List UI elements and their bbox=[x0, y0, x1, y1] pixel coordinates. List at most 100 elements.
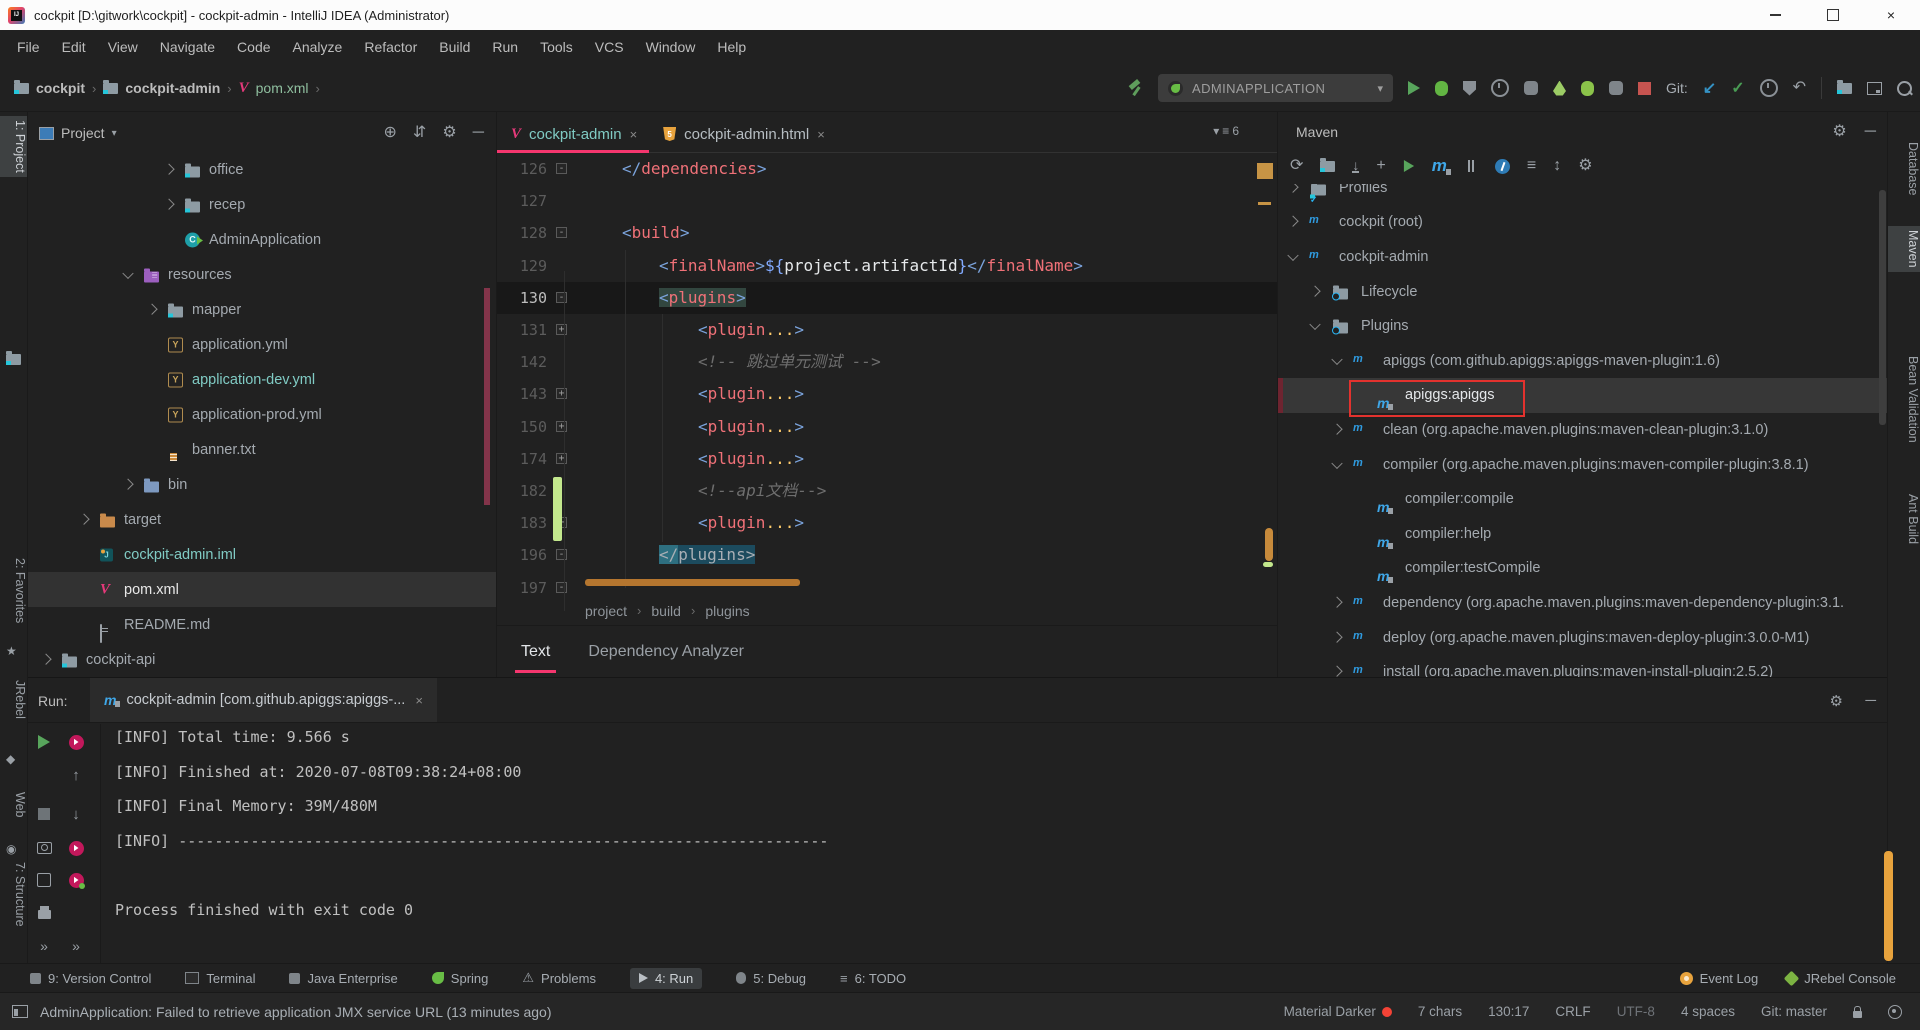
stop-button[interactable] bbox=[36, 806, 52, 822]
maven-profiles-button[interactable]: ≡ bbox=[1527, 158, 1536, 174]
folder-icon[interactable] bbox=[6, 351, 21, 365]
gc-button[interactable] bbox=[36, 872, 52, 888]
menu-edit[interactable]: Edit bbox=[51, 39, 97, 55]
project-tree-item-cockpit-api[interactable]: cockpit-api bbox=[27, 642, 496, 677]
search-everywhere-button[interactable] bbox=[1897, 80, 1912, 96]
chevron-down-icon[interactable] bbox=[1331, 353, 1343, 365]
project-settings-icon[interactable]: ⚙ bbox=[442, 125, 456, 141]
fold-collapse-icon[interactable]: - bbox=[556, 549, 567, 561]
menu-navigate[interactable]: Navigate bbox=[149, 39, 226, 55]
maven-tree-item-apiggs[interactable]: apiggs (com.github.apiggs:apiggs-maven-p… bbox=[1278, 344, 1888, 379]
project-panel-title-group[interactable]: Project ▾ bbox=[39, 125, 117, 141]
menu-run[interactable]: Run bbox=[481, 39, 529, 55]
menu-code[interactable]: Code bbox=[226, 39, 281, 55]
code-line-174[interactable]: 174 + <plugin...> bbox=[497, 443, 1277, 475]
chevron-down-icon[interactable] bbox=[1287, 249, 1299, 262]
menu-analyze[interactable]: Analyze bbox=[282, 39, 354, 55]
project-tree-item-resources[interactable]: resources bbox=[27, 257, 496, 292]
more-actions-right[interactable]: » bbox=[68, 938, 84, 954]
code-line-143[interactable]: 143 + <plugin...> bbox=[497, 378, 1277, 410]
close-icon[interactable]: × bbox=[817, 127, 825, 142]
hide-panel-button[interactable]: ─ bbox=[473, 125, 484, 141]
maven-tree-item-deploy[interactable]: deploy (org.apache.maven.plugins:maven-d… bbox=[1278, 620, 1888, 655]
tool-stripe-database[interactable]: Database bbox=[1888, 138, 1920, 200]
toolwindow-button-9-version-control[interactable]: 9: Version Control bbox=[30, 971, 151, 986]
project-tree-item-application-dev-yml[interactable]: Yapplication-dev.yml bbox=[27, 362, 496, 397]
toggle-offline-button[interactable] bbox=[1464, 160, 1478, 172]
project-tree-item-target[interactable]: target bbox=[27, 502, 496, 537]
xml-breadcrumb-plugins[interactable]: plugins bbox=[705, 603, 749, 619]
fold-collapse-icon[interactable]: - bbox=[556, 581, 567, 593]
chevron-right-icon[interactable] bbox=[122, 478, 134, 490]
up-stack-icon[interactable]: ↑ bbox=[68, 767, 84, 784]
hide-panel-button[interactable]: ─ bbox=[1865, 678, 1876, 723]
tool-stripe-2-favorites[interactable]: 2: Favorites bbox=[0, 554, 27, 627]
code-line-129[interactable]: 129 <finalName>${project.artifactId}</fin… bbox=[497, 250, 1277, 282]
toolwindow-button-problems[interactable]: ⚠ Problems bbox=[522, 970, 596, 986]
tab-text[interactable]: Text bbox=[514, 637, 557, 673]
xml-breadcrumb-project[interactable]: project bbox=[585, 603, 627, 619]
inspection-status-square[interactable] bbox=[1257, 163, 1273, 179]
code-line-182[interactable]: 182 <!--api文档--> bbox=[497, 475, 1277, 507]
run-maven-build-button[interactable] bbox=[1403, 160, 1414, 172]
toolwindow-button-jrebel-console[interactable]: JRebel Console bbox=[1783, 970, 1896, 986]
close-button[interactable]: × bbox=[1862, 0, 1920, 30]
puppet-run-button[interactable] bbox=[1524, 81, 1538, 95]
execute-maven-goal-button[interactable]: m bbox=[1432, 156, 1452, 176]
maven-panel-settings-icon[interactable]: ⚙ bbox=[1832, 124, 1846, 140]
project-tree-item-recep[interactable]: recep bbox=[27, 187, 496, 222]
maven-tree-item-clean[interactable]: clean (org.apache.maven.plugins:maven-cl… bbox=[1278, 413, 1888, 448]
project-tree-item-readme-md[interactable]: README.md bbox=[27, 607, 496, 643]
project-tree-item-application-prod-yml[interactable]: Yapplication-prod.yml bbox=[27, 397, 496, 432]
breadcrumb-item-cockpit[interactable]: cockpit bbox=[36, 80, 85, 96]
project-tree-item-mapper[interactable]: mapper bbox=[27, 292, 496, 327]
reimport-button[interactable]: ⟳ bbox=[1290, 158, 1303, 174]
breadcrumb-item-pom-xml[interactable]: pom.xml bbox=[256, 80, 309, 96]
readonly-lock-icon[interactable] bbox=[1853, 1005, 1862, 1018]
tool-stripe-bean-validation[interactable]: Bean Validation bbox=[1888, 352, 1920, 447]
chevron-right-icon[interactable] bbox=[1287, 215, 1299, 228]
hide-windows-button[interactable] bbox=[1867, 81, 1882, 95]
menu-window[interactable]: Window bbox=[635, 39, 707, 55]
menu-vcs[interactable]: VCS bbox=[584, 39, 635, 55]
hidden-tabs-dropdown[interactable]: ▾ ≡ 6 bbox=[1213, 124, 1239, 138]
menu-view[interactable]: View bbox=[97, 39, 149, 55]
hide-panel-button[interactable]: ─ bbox=[1865, 124, 1876, 140]
globe-icon[interactable]: ◉ bbox=[6, 842, 16, 856]
code-line-150[interactable]: 150 + <plugin...> bbox=[497, 411, 1277, 443]
minimize-button[interactable] bbox=[1746, 0, 1804, 30]
toolwindow-button-terminal[interactable]: Terminal bbox=[185, 971, 255, 986]
editor-tab-cockpit-admin[interactable]: Vcockpit-admin × bbox=[497, 116, 650, 153]
jrebel-sync-button[interactable] bbox=[68, 872, 85, 889]
more-actions-left[interactable]: » bbox=[36, 938, 52, 954]
chevron-down-icon[interactable] bbox=[122, 267, 134, 279]
collapse-all-button[interactable]: ⇵ bbox=[413, 125, 426, 141]
fold-collapse-icon[interactable]: - bbox=[556, 227, 567, 239]
maven-tree-item-compiler[interactable]: compiler (org.apache.maven.plugins:maven… bbox=[1278, 447, 1888, 482]
status-widget-4-spaces[interactable]: 4 spaces bbox=[1681, 1004, 1735, 1019]
fold-expand-icon[interactable]: + bbox=[556, 388, 567, 400]
project-tree-item-pom-xml[interactable]: Vpom.xml bbox=[27, 572, 496, 607]
tool-stripe-7-structure[interactable]: 7: Structure bbox=[0, 858, 27, 931]
run-tab[interactable]: m cockpit-admin [com.github.apiggs:apigg… bbox=[90, 678, 437, 722]
chevron-down-icon[interactable] bbox=[1309, 318, 1321, 331]
project-tree-item-banner-txt[interactable]: banner.txt bbox=[27, 432, 496, 467]
run-panel-settings-icon[interactable]: ⚙ bbox=[1830, 678, 1843, 723]
chevron-right-icon[interactable] bbox=[1331, 596, 1343, 608]
git-history-button[interactable] bbox=[1759, 79, 1778, 97]
status-widget-git-master[interactable]: Git: master bbox=[1761, 1004, 1827, 1019]
close-icon[interactable]: × bbox=[415, 693, 423, 708]
jrebel-rerun-button[interactable] bbox=[68, 734, 84, 750]
breadcrumb-item-cockpit-admin[interactable]: cockpit-admin bbox=[125, 80, 220, 96]
project-tree-item-office[interactable]: office bbox=[27, 152, 496, 187]
run-button[interactable] bbox=[1408, 81, 1420, 95]
tool-stripe-1-project[interactable]: 1: Project bbox=[0, 116, 27, 177]
chevron-down-icon[interactable] bbox=[1331, 457, 1343, 469]
select-in-button[interactable] bbox=[1837, 79, 1852, 94]
locate-file-button[interactable]: ⊕ bbox=[384, 125, 397, 141]
code-line-183[interactable]: 183+<plugin...> bbox=[497, 507, 1277, 539]
maximize-button[interactable] bbox=[1804, 0, 1862, 30]
down-stack-icon[interactable]: ↓ bbox=[68, 806, 84, 823]
project-tree-item-adminapplication[interactable]: C AdminApplication bbox=[27, 222, 496, 257]
menu-file[interactable]: File bbox=[6, 39, 51, 55]
